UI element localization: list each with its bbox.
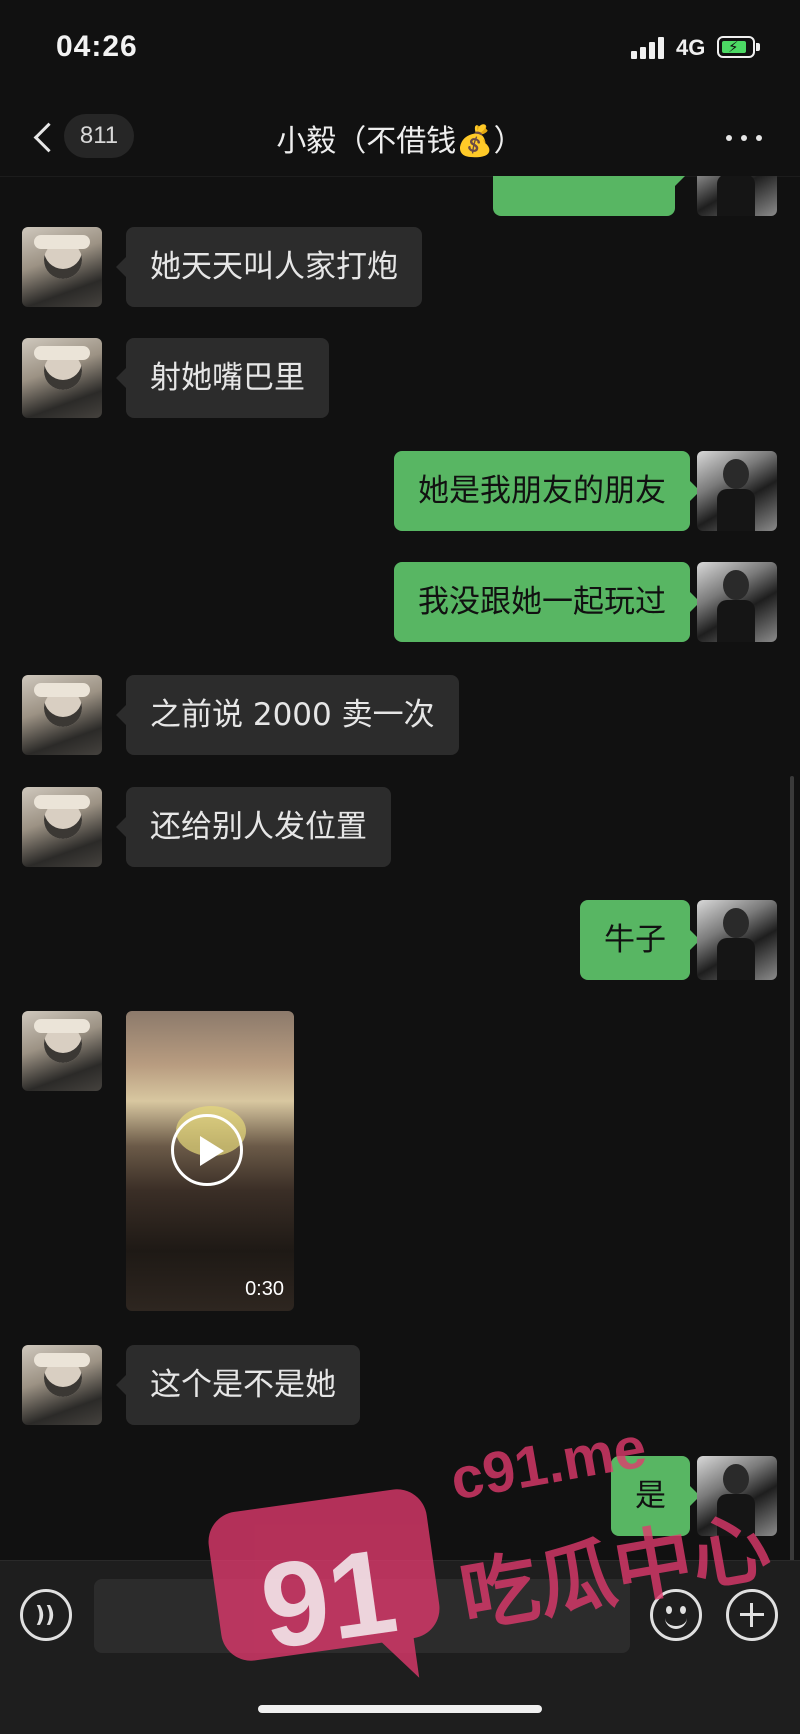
contact-avatar[interactable]: [22, 1011, 102, 1091]
video-duration: 0:30: [245, 1278, 284, 1300]
message-bubble-incoming[interactable]: 还给别人发位置: [116, 787, 391, 867]
voice-input-icon[interactable]: )): [20, 1589, 72, 1641]
play-icon[interactable]: [171, 1114, 243, 1186]
my-avatar[interactable]: [697, 176, 777, 216]
chat-header: 811 小毅（不借钱💰）: [0, 100, 800, 177]
scrollbar[interactable]: [790, 776, 794, 1560]
message-bubble-outgoing[interactable]: 她是我朋友的朋友: [394, 451, 700, 531]
message-bubble-outgoing[interactable]: 牛子: [580, 900, 700, 980]
contact-avatar[interactable]: [22, 227, 102, 307]
status-time: 04:26: [56, 30, 138, 63]
contact-avatar[interactable]: [22, 787, 102, 867]
message-bubble-incoming[interactable]: 这个是不是她: [116, 1345, 360, 1425]
my-avatar[interactable]: [697, 900, 777, 980]
my-avatar[interactable]: [697, 562, 777, 642]
chat-title: 小毅（不借钱💰）: [276, 124, 524, 159]
home-indicator[interactable]: [258, 1705, 542, 1713]
message-list[interactable]: 她天天叫人家打炮 射她嘴巴里 她是我朋友的朋友 我没跟她一起玩过 之前说 200…: [0, 176, 800, 1560]
watermark-number: 91: [253, 1523, 405, 1675]
battery-icon: ⚡: [717, 36, 760, 58]
contact-avatar[interactable]: [22, 1345, 102, 1425]
network-type: 4G: [676, 35, 706, 60]
more-options-icon[interactable]: [726, 132, 766, 144]
my-avatar[interactable]: [697, 451, 777, 531]
status-bar: 04:26 4G ⚡: [0, 0, 800, 100]
message-bubble-incoming[interactable]: 射她嘴巴里: [116, 338, 329, 418]
contact-avatar[interactable]: [22, 338, 102, 418]
message-bubble-incoming[interactable]: 她天天叫人家打炮: [116, 227, 422, 307]
signal-icon: [631, 37, 667, 59]
message-bubble-incoming[interactable]: 之前说 2000 卖一次: [116, 675, 459, 755]
contact-avatar[interactable]: [22, 675, 102, 755]
message-bubble-outgoing[interactable]: 我没跟她一起玩过: [394, 562, 700, 642]
video-message[interactable]: 0:30: [126, 1011, 294, 1311]
message-bubble-partial[interactable]: [493, 176, 685, 216]
